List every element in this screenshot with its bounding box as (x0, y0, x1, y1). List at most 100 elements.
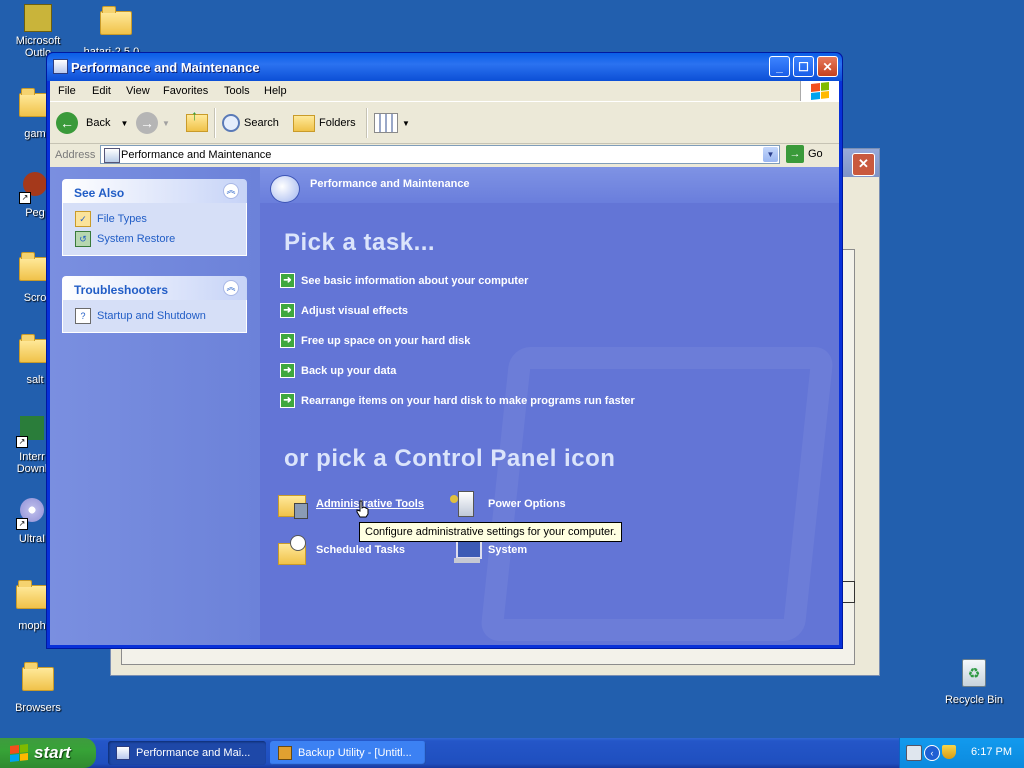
menu-file[interactable]: File (58, 85, 76, 97)
performance-icon (270, 175, 300, 203)
windows-logo-icon (800, 81, 839, 101)
troubleshooters-header[interactable]: Troubleshooters ︽ (62, 276, 247, 300)
hand-cursor-icon (356, 500, 369, 518)
menu-bar: File Edit View Favorites Tools Help (50, 81, 839, 102)
collapse-icon[interactable]: ︽ (223, 280, 239, 296)
forward-button[interactable]: → ▼ (136, 110, 170, 136)
chevron-down-icon[interactable]: ▼ (120, 119, 128, 128)
windows-flag-icon (10, 744, 28, 762)
taskbar-button-performance[interactable]: Performance and Mai... (108, 741, 266, 765)
views-button[interactable]: ▼ (374, 110, 410, 136)
task-visual-effects[interactable]: ➜ Adjust visual effects (280, 303, 408, 318)
maximize-button[interactable]: ☐ (793, 56, 814, 77)
tooltip: Configure administrative settings for yo… (359, 522, 623, 542)
backup-utility-icon (278, 746, 292, 760)
keyboard-icon[interactable] (906, 745, 922, 761)
folders-button[interactable]: Folders (293, 110, 356, 136)
folder-icon (22, 662, 54, 699)
go-button[interactable]: → Go (786, 145, 823, 163)
pick-task-heading: Pick a task... (284, 229, 436, 256)
menu-help[interactable]: Help (264, 85, 287, 97)
collapse-icon[interactable]: ︽ (223, 183, 239, 199)
performance-maintenance-window: Performance and Maintenance _ ☐ ✕ File E… (46, 52, 843, 649)
menu-favorites[interactable]: Favorites (163, 85, 208, 97)
task-arrow-icon: ➜ (280, 393, 295, 408)
task-arrow-icon: ➜ (280, 363, 295, 378)
window-title: Performance and Maintenance (71, 60, 260, 75)
menu-view[interactable]: View (126, 85, 150, 97)
scheduled-tasks-icon (278, 535, 308, 565)
administrative-tools-icon (278, 489, 308, 519)
search-icon (222, 114, 240, 132)
address-bar: Address Performance and Maintenance ▼ → … (50, 144, 839, 167)
close-button[interactable]: ✕ (817, 56, 838, 77)
address-value: Performance and Maintenance (121, 149, 272, 161)
forward-arrow-icon: → (136, 112, 158, 134)
download-manager-icon: ↗ (16, 416, 48, 448)
toolbar-separator (214, 108, 216, 138)
start-button[interactable]: start (0, 738, 96, 768)
disc-icon: ↗ (16, 498, 48, 530)
control-panel-icon (104, 148, 120, 163)
menu-tools[interactable]: Tools (224, 85, 250, 97)
control-panel-icon (53, 59, 68, 74)
see-also-header[interactable]: See Also ︽ (62, 179, 247, 203)
folders-icon (293, 114, 315, 132)
back-arrow-icon: ← (56, 112, 78, 134)
cp-power-options[interactable]: Power Options (450, 489, 566, 519)
file-types-icon: ✓ (75, 211, 91, 227)
menu-edit[interactable]: Edit (92, 85, 111, 97)
troubleshooters-box: Troubleshooters ︽ ? Startup and Shutdown (62, 276, 247, 333)
desktop-icon-hatari[interactable]: hatari-2.5.0... (78, 4, 154, 58)
see-also-file-types[interactable]: ✓ File Types (75, 209, 234, 229)
up-folder-button[interactable]: ↑ (186, 107, 208, 136)
desktop-icon-recycle-bin[interactable]: ♻ Recycle Bin (936, 656, 1012, 706)
left-task-pane: See Also ︽ ✓ File Types ↺ System Restore (50, 167, 260, 645)
views-icon (374, 113, 398, 133)
back-button[interactable]: ← Back ▼ (56, 110, 128, 136)
category-header: Performance and Maintenance (260, 167, 839, 203)
folder-icon (16, 580, 48, 617)
address-input[interactable]: Performance and Maintenance ▼ (100, 145, 780, 164)
address-label: Address (55, 149, 96, 161)
security-shield-icon[interactable] (942, 745, 956, 759)
help-icon: ? (75, 308, 91, 324)
go-arrow-icon: → (786, 145, 804, 163)
outlook-icon (24, 4, 52, 32)
task-free-space[interactable]: ➜ Free up space on your hard disk (280, 333, 470, 348)
minimize-button[interactable]: _ (769, 56, 790, 77)
system-tray: ‹ 6:17 PM (899, 738, 1024, 768)
folder-icon (100, 6, 132, 43)
task-basic-info[interactable]: ➜ See basic information about your compu… (280, 273, 528, 288)
task-arrow-icon: ➜ (280, 273, 295, 288)
toolbar-separator (366, 108, 368, 138)
chevron-down-icon: ▼ (402, 118, 410, 128)
clock[interactable]: 6:17 PM (971, 746, 1012, 758)
troubleshooter-startup-shutdown[interactable]: ? Startup and Shutdown (75, 306, 234, 326)
see-also-box: See Also ︽ ✓ File Types ↺ System Restore (62, 179, 247, 256)
content-area: See Also ︽ ✓ File Types ↺ System Restore (50, 167, 839, 645)
task-defragment[interactable]: ➜ Rearrange items on your hard disk to m… (280, 393, 635, 408)
pick-icon-heading: or pick a Control Panel icon (284, 445, 616, 472)
desktop-icon-browsers[interactable]: Browsers (0, 660, 76, 714)
category-title: Performance and Maintenance (310, 178, 470, 190)
standard-toolbar: ← Back ▼ → ▼ ↑ Search Folders ▼ (50, 102, 839, 144)
cp-administrative-tools[interactable]: Administrative Tools (278, 489, 424, 519)
control-panel-icon (116, 746, 130, 760)
power-options-icon (450, 489, 480, 519)
recycle-bin-icon: ♻ (958, 659, 990, 691)
up-folder-icon: ↑ (186, 107, 208, 132)
desktop-icon-outlook[interactable]: Microsoft Outlo (0, 4, 76, 59)
show-hidden-icons-button[interactable]: ‹ (924, 745, 940, 761)
task-arrow-icon: ➜ (280, 303, 295, 318)
backup-close-button[interactable]: ✕ (852, 153, 875, 176)
see-also-system-restore[interactable]: ↺ System Restore (75, 229, 234, 249)
window-titlebar[interactable]: Performance and Maintenance _ ☐ ✕ (47, 53, 842, 81)
chevron-down-icon[interactable]: ▼ (162, 119, 170, 128)
taskbar: start Performance and Mai... Backup Util… (0, 738, 1024, 768)
address-dropdown-button[interactable]: ▼ (763, 147, 778, 162)
system-restore-icon: ↺ (75, 231, 91, 247)
search-button[interactable]: Search (222, 110, 279, 136)
task-back-up[interactable]: ➜ Back up your data (280, 363, 396, 378)
taskbar-button-backup[interactable]: Backup Utility - [Untitl... (270, 741, 426, 765)
